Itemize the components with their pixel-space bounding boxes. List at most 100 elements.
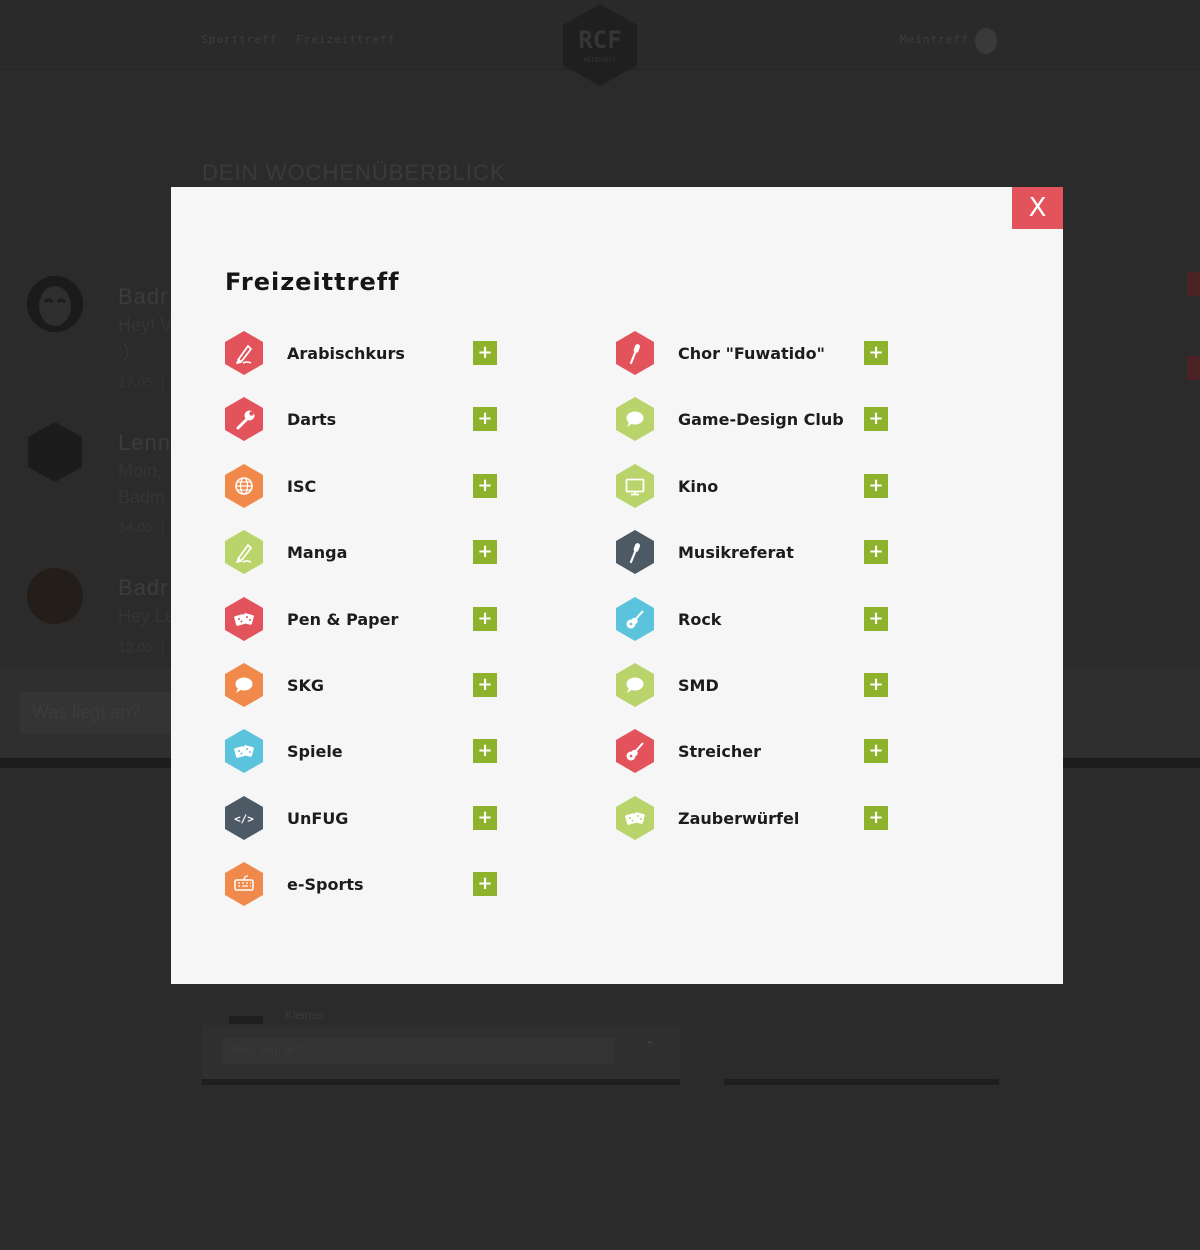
dice-icon	[224, 728, 264, 774]
club-name: e-Sports	[287, 875, 364, 894]
add-club-button[interactable]: +	[473, 341, 497, 365]
add-club-button[interactable]: +	[864, 607, 888, 631]
feed-date: 17.05. |	[118, 374, 165, 390]
club-item-chor-fuwatido[interactable]: Chor "Fuwatido" +	[615, 330, 895, 376]
feed-avatar[interactable]	[27, 276, 83, 332]
add-club-button[interactable]: +	[864, 407, 888, 431]
feed-author[interactable]: Lenn	[118, 430, 171, 456]
club-item-unfug[interactable]: </> UnFUG +	[224, 795, 504, 841]
add-club-button[interactable]: +	[473, 739, 497, 763]
add-club-button[interactable]: +	[473, 673, 497, 697]
feed-avatar[interactable]	[27, 421, 83, 483]
pen-icon	[224, 529, 264, 575]
close-button[interactable]: X	[1012, 187, 1063, 229]
club-name: SKG	[287, 676, 325, 695]
site-logo[interactable]: RCF MEINTREFF	[561, 2, 639, 88]
feed-text: Moin,	[118, 461, 163, 481]
add-club-button[interactable]: +	[864, 739, 888, 763]
club-name: Spiele	[287, 742, 343, 761]
club-item-kino[interactable]: Kino +	[615, 463, 895, 509]
club-item-zauberwuerfel[interactable]: Zauberwürfel +	[615, 795, 895, 841]
add-club-button[interactable]: +	[473, 474, 497, 498]
side-badge[interactable]	[1187, 272, 1200, 296]
microphone-icon	[615, 529, 655, 575]
club-item-game-design-club[interactable]: Game-Design Club +	[615, 396, 895, 442]
keyboard-icon	[224, 861, 264, 907]
side-badge[interactable]	[1187, 356, 1200, 380]
feed-text: Hey! V	[118, 315, 173, 335]
feed-author[interactable]: Badr	[118, 284, 168, 310]
add-club-button[interactable]: +	[864, 806, 888, 830]
avatar[interactable]	[975, 28, 997, 54]
speech-bubble-icon	[615, 396, 655, 442]
dice-icon	[224, 596, 264, 642]
nav-link-sporttreff[interactable]: Sporttreff	[201, 33, 277, 46]
thumbnail	[229, 1016, 263, 1024]
club-item-darts[interactable]: Darts +	[224, 396, 504, 442]
club-name: UnFUG	[287, 809, 349, 828]
microphone-icon	[615, 330, 655, 376]
nav-link-freizeittreff[interactable]: Freizeittreff	[296, 33, 395, 46]
add-club-button[interactable]: +	[473, 806, 497, 830]
club-item-skg[interactable]: SKG +	[224, 662, 504, 708]
feed-date: 14.05. |	[118, 519, 165, 535]
club-name: Kino	[678, 477, 719, 496]
club-name: ISC	[287, 477, 317, 496]
bottom-bar	[724, 1079, 999, 1085]
feed-author[interactable]: Badr	[118, 575, 168, 601]
dice-icon	[615, 795, 655, 841]
club-item-pen-paper[interactable]: Pen & Paper +	[224, 596, 504, 642]
guitar-icon	[615, 728, 655, 774]
speech-bubble-icon	[615, 662, 655, 708]
post-input[interactable]: Was liegt an?	[20, 692, 180, 734]
feed-date: 12.05. |	[118, 639, 165, 655]
club-name: Streicher	[678, 742, 762, 761]
club-item-spiele[interactable]: Spiele +	[224, 728, 504, 774]
svg-text:</>: </>	[234, 813, 254, 826]
club-item-rock[interactable]: Rock +	[615, 596, 895, 642]
wrench-icon	[224, 396, 264, 442]
add-club-button[interactable]: +	[473, 872, 497, 896]
bottom-post-input[interactable]: Was liegt an?	[222, 1038, 614, 1064]
feed-text: Hey Le	[118, 606, 176, 626]
club-item-streicher[interactable]: Streicher +	[615, 728, 895, 774]
club-name: Game-Design Club	[678, 410, 844, 429]
feed-avatar[interactable]	[27, 568, 83, 624]
logo-text: RCF	[578, 26, 621, 54]
add-club-button[interactable]: +	[473, 540, 497, 564]
add-club-button[interactable]: +	[864, 341, 888, 365]
monitor-icon	[615, 463, 655, 509]
feed-text: Badm	[118, 487, 166, 507]
chevron-up-icon[interactable]: ⌃	[644, 1038, 656, 1055]
add-club-button[interactable]: +	[864, 474, 888, 498]
club-name: Chor "Fuwatido"	[678, 344, 825, 363]
club-name: Pen & Paper	[287, 610, 399, 629]
pen-icon	[224, 330, 264, 376]
club-name: Zauberwürfel	[678, 809, 800, 828]
club-item-smd[interactable]: SMD +	[615, 662, 895, 708]
add-club-button[interactable]: +	[864, 673, 888, 697]
add-club-button[interactable]: +	[864, 540, 888, 564]
nav-link-meintreff[interactable]: Meintreff	[900, 33, 969, 46]
week-overview-title: DEIN WOCHENÜBERBLICK	[202, 160, 506, 185]
club-name: Manga	[287, 543, 348, 562]
club-item-musikreferat[interactable]: Musikreferat +	[615, 529, 895, 575]
club-item-manga[interactable]: Manga +	[224, 529, 504, 575]
code-icon: </>	[224, 795, 264, 841]
club-name: Musikreferat	[678, 543, 794, 562]
speech-bubble-icon	[224, 662, 264, 708]
club-item-arabischkurs[interactable]: Arabischkurs +	[224, 330, 504, 376]
add-club-button[interactable]: +	[473, 407, 497, 431]
bottom-item-title: Kleines	[285, 1008, 325, 1022]
globe-icon	[224, 463, 264, 509]
modal-title: Freizeittreff	[225, 268, 400, 296]
club-item-isc[interactable]: ISC +	[224, 463, 504, 509]
club-name: SMD	[678, 676, 719, 695]
feed-text: :)	[118, 341, 129, 361]
club-name: Arabischkurs	[287, 344, 405, 363]
club-name: Darts	[287, 410, 337, 429]
guitar-icon	[615, 596, 655, 642]
club-item-e-sports[interactable]: e-Sports +	[224, 861, 504, 907]
logo-subtext: MEINTREFF	[584, 57, 617, 64]
add-club-button[interactable]: +	[473, 607, 497, 631]
